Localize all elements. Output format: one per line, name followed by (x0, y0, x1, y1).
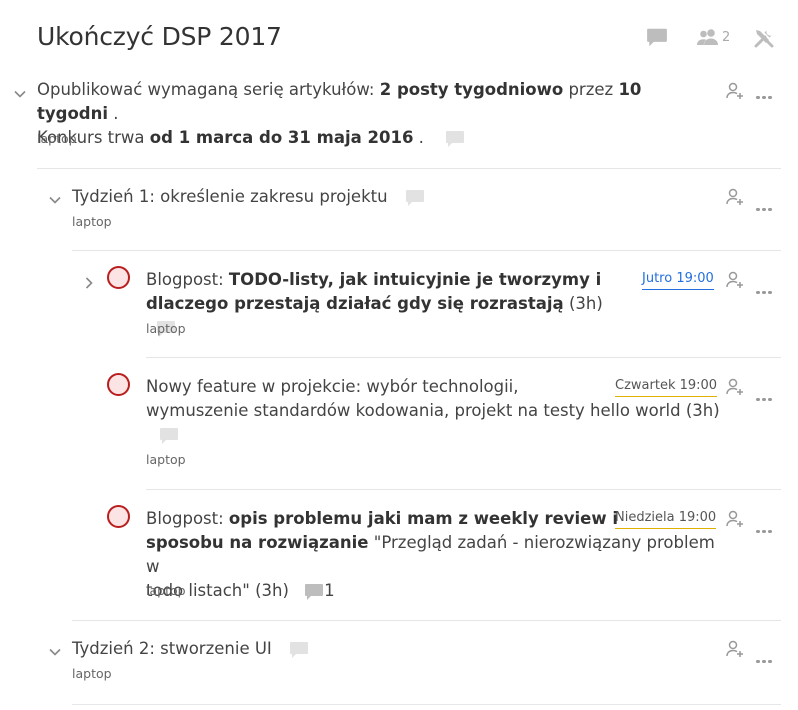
week2-section-title[interactable]: Tydzień 2: stworzenie UI (72, 637, 309, 661)
text-bold: opis problemu jaki mam z weekly review i (228, 509, 619, 528)
divider (146, 489, 781, 490)
task-label[interactable]: laptop (72, 666, 112, 681)
task-label[interactable]: laptop (146, 583, 186, 598)
task-label[interactable]: laptop (72, 214, 112, 229)
divider (37, 168, 781, 169)
settings-icon (754, 30, 774, 48)
assign-button[interactable] (725, 377, 745, 401)
collapse-parent-toggle[interactable] (13, 86, 27, 100)
project-title: Ukończyć DSP 2017 (37, 22, 282, 51)
text: (3h) (563, 294, 603, 313)
divider (72, 620, 781, 621)
text: Opublikować wymaganą serię artykułów: (37, 80, 380, 99)
assign-button[interactable] (725, 187, 745, 211)
more-icon[interactable] (756, 279, 774, 298)
assign-user-icon (725, 377, 745, 397)
more-icon[interactable] (756, 84, 774, 103)
text: Tydzień 2: stworzenie UI (72, 639, 272, 658)
task-label[interactable]: laptop (146, 321, 186, 336)
comment-icon[interactable] (445, 130, 465, 148)
assign-user-icon (725, 270, 745, 290)
assign-user-icon (725, 509, 745, 529)
divider (72, 250, 781, 251)
divider (72, 704, 781, 705)
task-checkbox[interactable] (107, 505, 130, 528)
text: wymuszenie standardów kodowania, projekt… (146, 401, 720, 420)
comment-icon[interactable] (159, 427, 179, 445)
comments-button[interactable]: 1 (304, 581, 335, 600)
assign-button[interactable] (725, 270, 745, 294)
chevron-down-icon (13, 87, 27, 101)
assign-button[interactable] (725, 509, 745, 533)
chevron-down-icon (48, 193, 62, 207)
assign-button[interactable] (725, 81, 745, 105)
text-bold: 2 posty tygodniowo (379, 80, 564, 99)
members-count: 2 (722, 29, 731, 45)
share-project-button[interactable]: 2 (695, 27, 730, 47)
chevron-right-icon (82, 276, 96, 290)
text-bold: TODO-listy, jak intuicyjnie je tworzymy … (228, 270, 602, 289)
chevron-down-icon (48, 645, 62, 659)
project-comments-button[interactable] (646, 27, 668, 52)
text-bold: sposobu na rozwiązanie (146, 533, 369, 552)
due-date[interactable]: Niedziela 19:00 (615, 509, 717, 529)
comment-count: 1 (324, 581, 335, 600)
assign-user-icon (725, 187, 745, 207)
collapse-week2-toggle[interactable] (48, 644, 62, 658)
text: Tydzień 1: określenie zakresu projektu (72, 187, 388, 206)
due-date[interactable]: Jutro 19:00 (642, 270, 714, 290)
more-icon[interactable] (756, 386, 774, 405)
assign-user-icon (725, 81, 745, 101)
task-label[interactable]: laptop (37, 131, 77, 146)
more-icon[interactable] (756, 518, 774, 537)
comment-icon (304, 583, 324, 601)
comment-icon[interactable] (289, 641, 309, 659)
text-bold: od 1 marca do 31 maja 2016 (149, 128, 414, 147)
more-icon[interactable] (756, 196, 774, 215)
task1-content[interactable]: Blogpost: TODO-listy, jak intuicyjnie je… (146, 268, 616, 340)
comment-icon[interactable] (405, 189, 425, 207)
collapse-week1-toggle[interactable] (48, 192, 62, 206)
task-checkbox[interactable] (107, 373, 130, 396)
parent-task-content[interactable]: Opublikować wymaganą serię artykułów: 2 … (37, 78, 707, 150)
more-icon[interactable] (756, 648, 774, 667)
text: . (108, 104, 119, 123)
assign-user-icon (725, 639, 745, 659)
text: Blogpost: (146, 509, 229, 528)
text: Blogpost: (146, 270, 229, 289)
people-icon (697, 29, 718, 45)
due-date[interactable]: Czwartek 19:00 (615, 377, 718, 397)
expand-task1-toggle[interactable] (82, 275, 96, 289)
task-checkbox[interactable] (107, 266, 130, 289)
comment-icon (646, 27, 668, 48)
text: . (413, 128, 424, 147)
project-settings-button[interactable] (753, 27, 775, 53)
week1-section-title[interactable]: Tydzień 1: określenie zakresu projektu (72, 185, 425, 209)
divider (146, 357, 781, 358)
text: przez (563, 80, 619, 99)
assign-button[interactable] (725, 639, 745, 663)
task-label[interactable]: laptop (146, 452, 186, 467)
text-bold: dlaczego przestają działać gdy się rozra… (146, 294, 564, 313)
